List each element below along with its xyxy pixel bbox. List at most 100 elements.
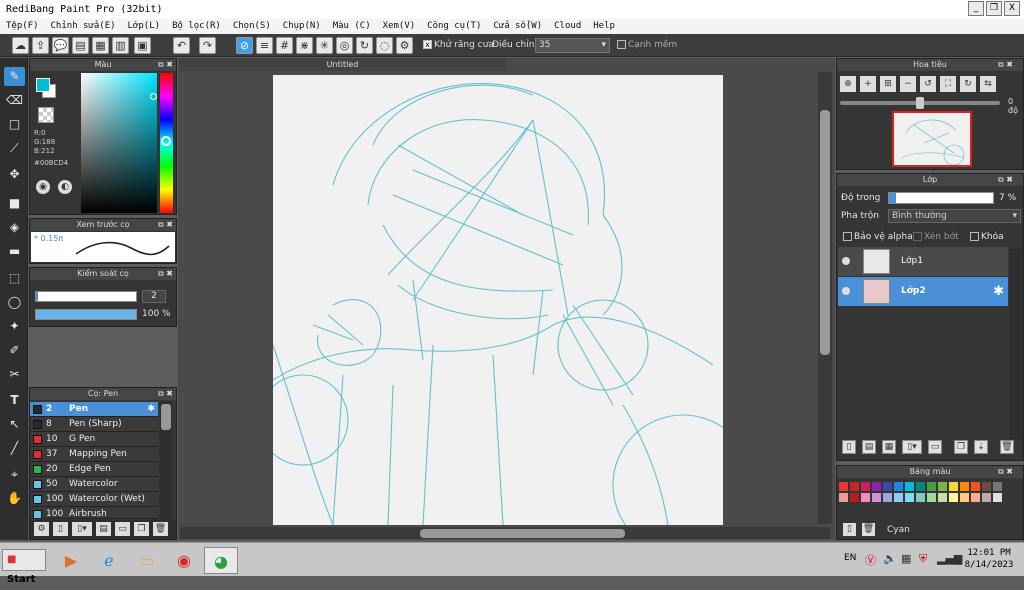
visibility-icon[interactable] — [842, 257, 850, 265]
flip-icon[interactable]: ⇆ — [980, 76, 996, 92]
snap-cross-icon[interactable]: # — [276, 37, 293, 54]
eyedropper-icon[interactable]: ⌖ — [4, 465, 25, 484]
menu-select[interactable]: Chọn(S) — [233, 19, 271, 34]
canvas-hscroll-thumb[interactable] — [420, 529, 625, 538]
lasso-tool-icon[interactable]: ◯ — [4, 293, 25, 312]
lock-checkbox[interactable] — [970, 232, 979, 241]
panel-controls-icon[interactable]: ⧉ ✖ — [158, 219, 173, 231]
palette-swatch[interactable] — [982, 493, 991, 502]
brush-size-value[interactable]: 2 — [142, 290, 166, 303]
snap-off-icon[interactable]: ⊘ — [236, 37, 253, 54]
security-icon[interactable]: ⛨ — [919, 552, 927, 566]
palette-swatch[interactable] — [905, 493, 914, 502]
protect-alpha-toggle[interactable]: Bảo vệ alpha — [843, 232, 913, 242]
undo-icon[interactable]: ↶ — [173, 37, 190, 54]
hand-tool-icon[interactable]: ✋ — [4, 489, 25, 508]
speech-bubble-icon[interactable]: 💬 — [52, 37, 69, 54]
panel-controls-icon[interactable]: ⧉ ✖ — [998, 174, 1013, 186]
palette-swatch[interactable] — [971, 493, 980, 502]
volume-icon[interactable]: 🔈 — [883, 552, 897, 565]
menu-color[interactable]: Màu (C) — [333, 19, 371, 34]
snap-parallel-icon[interactable]: ≡ — [256, 37, 273, 54]
cloud-icon[interactable]: ☁ — [12, 37, 29, 54]
palette-swatch[interactable] — [993, 482, 1002, 491]
panel-controls-icon[interactable]: ⧉ ✖ — [998, 59, 1013, 71]
palette-swatch[interactable] — [960, 482, 969, 491]
folder-icon[interactable]: ▭ — [115, 522, 130, 536]
drawing-canvas[interactable] — [273, 75, 723, 525]
text-tool-icon[interactable]: T — [4, 391, 25, 410]
media-player-icon[interactable]: ▶ — [54, 547, 88, 574]
internet-explorer-icon[interactable]: ℯ — [92, 547, 126, 574]
palette-swatch[interactable] — [839, 493, 848, 502]
menu-file[interactable]: Tệp(F) — [6, 19, 39, 34]
menu-edit[interactable]: Chỉnh sửa(E) — [51, 19, 116, 34]
select-eraser-icon[interactable]: ✂ — [4, 365, 25, 384]
divide-tool-icon[interactable]: ╱ — [4, 439, 25, 458]
brush-item[interactable]: 50 Watercolor — [30, 477, 158, 492]
new-brush-icon[interactable]: ▯ — [53, 522, 68, 536]
brush-item[interactable]: 10 G Pen — [30, 432, 158, 447]
palette-swatch[interactable] — [894, 482, 903, 491]
document-tab[interactable]: Untitled — [179, 58, 506, 71]
brush-item[interactable]: 100 Watercolor (Wet) — [30, 492, 158, 507]
palette-swatch[interactable] — [938, 482, 947, 491]
add-layer-menu-icon[interactable]: ▯▾ — [902, 440, 922, 454]
gear-icon[interactable]: ✱ — [147, 402, 155, 416]
brush-size-slider[interactable] — [35, 291, 137, 302]
saturation-value-picker[interactable] — [81, 73, 157, 213]
rotate-left-icon[interactable]: ↺ — [920, 76, 936, 92]
color-history-icon[interactable]: ◐ — [58, 180, 72, 194]
copy-brush-icon[interactable]: ▤ — [96, 522, 111, 536]
delete-layer-icon[interactable]: 🗑 — [1000, 440, 1014, 454]
rotate-right-icon[interactable]: ↻ — [960, 76, 976, 92]
add-color-icon[interactable]: ▯ — [843, 523, 856, 536]
line-tool-icon[interactable]: ⟋ — [4, 139, 25, 158]
palette-swatch[interactable] — [960, 493, 969, 502]
grid-icon[interactable]: ▣ — [134, 37, 151, 54]
main-color-swatch[interactable] — [36, 78, 50, 92]
snap-settings-icon[interactable]: ⚙ — [396, 37, 413, 54]
clip-checkbox[interactable] — [913, 232, 922, 241]
layer-item[interactable]: Lớp1 — [838, 247, 1008, 276]
panel-controls-icon[interactable]: ⧉ ✖ — [158, 388, 173, 400]
fit-screen-icon[interactable]: ⛶ — [940, 76, 956, 92]
zoom-in-icon[interactable]: + — [860, 76, 876, 92]
palette-icon[interactable]: ◉ — [36, 180, 50, 194]
menu-cloud[interactable]: Cloud — [554, 19, 581, 34]
palette-swatch[interactable] — [839, 482, 848, 491]
visibility-icon[interactable] — [842, 287, 850, 295]
snap-vanishing-icon[interactable]: ⋇ — [296, 37, 313, 54]
protect-alpha-checkbox[interactable] — [843, 232, 852, 241]
navigator-preview[interactable] — [892, 111, 972, 167]
menu-capture[interactable]: Chụp(N) — [283, 19, 321, 34]
panel-split-icon[interactable]: ▥ — [112, 37, 129, 54]
panel-icon[interactable]: ▦ — [92, 37, 109, 54]
panel-controls-icon[interactable]: ⧉ ✖ — [158, 268, 173, 280]
fill-rect-tool-icon[interactable]: ■ — [4, 194, 25, 213]
palette-swatch[interactable] — [861, 493, 870, 502]
palette-swatch[interactable] — [872, 493, 881, 502]
palette-swatch[interactable] — [949, 493, 958, 502]
palette-swatch[interactable] — [927, 482, 936, 491]
duplicate-brush-icon[interactable]: ❐ — [134, 522, 149, 536]
brush-item[interactable]: 2 Pen ✱ — [30, 402, 158, 417]
menu-tools[interactable]: Công cụ(T) — [427, 19, 481, 34]
network-icon[interactable]: ▦ — [901, 552, 911, 565]
text-frame-icon[interactable]: ▤ — [72, 37, 89, 54]
add-brush-icon[interactable]: ▯▾ — [72, 522, 92, 536]
close-button[interactable]: X — [1004, 1, 1020, 16]
eraser-tool-icon[interactable]: ⌫ — [4, 91, 25, 110]
menu-help[interactable]: Help — [593, 19, 615, 34]
adjust-select[interactable]: 35 ▾ — [535, 38, 610, 53]
palette-swatch[interactable] — [993, 493, 1002, 502]
layer-item[interactable]: Lớp2 ✱ — [838, 277, 1008, 306]
start-button[interactable]: ■ Start — [2, 549, 46, 585]
delete-color-icon[interactable]: 🗑 — [862, 523, 875, 536]
menu-filter[interactable]: Bộ lọc(R) — [172, 19, 221, 34]
gradient-tool-icon[interactable]: ▬ — [4, 242, 25, 261]
new-8bit-layer-icon[interactable]: ▦ — [882, 440, 896, 454]
blend-mode-select[interactable]: Bình thường ▾ — [888, 209, 1021, 223]
soft-edge-checkbox[interactable] — [617, 40, 626, 49]
palette-swatch[interactable] — [861, 482, 870, 491]
